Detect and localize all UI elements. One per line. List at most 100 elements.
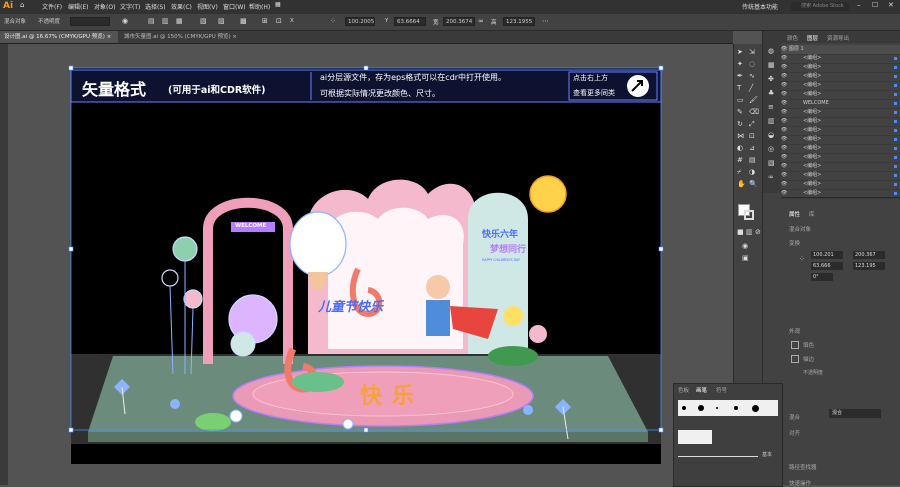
tab-symbols[interactable]: 符号 — [716, 386, 727, 394]
menu-effect[interactable]: 效果(C) — [171, 2, 192, 11]
tab-swatches[interactable]: 色板 — [678, 386, 689, 394]
eye-icon[interactable]: 👁 — [781, 109, 789, 115]
tab-close-icon[interactable]: × — [232, 34, 237, 40]
menu-type[interactable]: 文字(T) — [120, 2, 140, 11]
paintbrush-icon[interactable]: 🖌 — [749, 96, 758, 104]
eye-icon[interactable]: 👁 — [781, 82, 789, 88]
prop-angle-field[interactable]: 0° — [811, 273, 833, 281]
prop-x-field[interactable]: 100.201 — [811, 251, 843, 259]
workspace-switcher-icon[interactable]: ▦ — [275, 1, 281, 8]
tab-libraries[interactable]: 库 — [809, 210, 815, 218]
prop-w-field[interactable]: 200.367 — [853, 251, 885, 259]
menu-select[interactable]: 选择(S) — [145, 2, 166, 11]
selection-indicator[interactable] — [894, 120, 897, 123]
screen-mode-icon[interactable]: ▣ — [742, 254, 749, 262]
eye-icon[interactable]: 👁 — [781, 136, 789, 142]
tab-properties[interactable]: 属性 — [789, 210, 800, 218]
color-mode-icon[interactable]: ■ — [737, 228, 744, 236]
x-field[interactable]: 100.2005 — [345, 17, 375, 26]
perspective-icon[interactable]: ⊿ — [749, 144, 755, 152]
prop-h-field[interactable]: 123.195 — [853, 262, 885, 270]
width-tool-icon[interactable]: ⋈ — [737, 132, 744, 140]
gradient-icon[interactable]: ▤ — [749, 156, 756, 164]
opacity-field[interactable] — [70, 17, 110, 26]
prop-y-field[interactable]: 63.666 — [811, 262, 843, 270]
eye-icon[interactable]: 👁 — [781, 100, 789, 106]
minimize-icon[interactable]: – — [857, 1, 861, 9]
recolor-icon[interactable]: ◉ — [122, 17, 128, 25]
blend-tool-icon[interactable]: ◑ — [749, 168, 755, 176]
selection-indicator[interactable] — [894, 84, 897, 87]
menu-help[interactable]: 帮助(H) — [249, 2, 270, 11]
selection-tool-icon[interactable]: ➤ — [737, 48, 743, 56]
free-transform-icon[interactable]: ⊡ — [749, 132, 755, 140]
tab-close-icon[interactable]: × — [107, 34, 112, 40]
selection-indicator[interactable] — [894, 192, 897, 195]
eye-icon[interactable]: 👁 — [781, 46, 787, 52]
mesh-icon[interactable]: # — [737, 156, 743, 164]
eye-icon[interactable]: 👁 — [781, 163, 789, 169]
tab-asset-export[interactable]: 资源导出 — [827, 34, 849, 42]
rotate-icon[interactable]: ↻ — [737, 120, 743, 128]
eye-icon[interactable]: 👁 — [781, 154, 789, 160]
none-mode-icon[interactable]: ⊘ — [755, 228, 761, 236]
tab-brushes[interactable]: 画笔 — [696, 386, 707, 394]
selection-indicator[interactable] — [894, 156, 897, 159]
close-icon[interactable]: ✕ — [888, 1, 894, 9]
workspace-label[interactable]: 传统基本功能 — [742, 2, 778, 11]
eye-icon[interactable]: 👁 — [781, 73, 789, 79]
pencil-icon[interactable]: ✎ — [737, 108, 743, 116]
selection-indicator[interactable] — [894, 138, 897, 141]
tab-color[interactable]: 颜色 — [787, 34, 798, 42]
zoom-tool-icon[interactable]: 🔍 — [749, 180, 758, 188]
align-to-icon[interactable]: ▩ — [240, 17, 247, 25]
more-options-icon[interactable]: ⋯ — [542, 17, 549, 25]
eye-icon[interactable]: 👁 — [781, 118, 789, 124]
distribute-v-icon[interactable]: ▨ — [218, 17, 225, 25]
brush-dots-row[interactable] — [678, 400, 778, 416]
eye-icon[interactable]: 👁 — [781, 91, 789, 97]
selection-indicator[interactable] — [894, 165, 897, 168]
pen-tool-icon[interactable]: ✒ — [737, 72, 743, 80]
eye-icon[interactable]: 👁 — [781, 64, 789, 70]
home-icon[interactable]: ⌂ — [20, 1, 24, 9]
selection-indicator[interactable] — [894, 111, 897, 114]
maximize-icon[interactable]: ☐ — [872, 1, 878, 9]
eye-icon[interactable]: 👁 — [781, 181, 789, 187]
eye-icon[interactable]: 👁 — [781, 55, 789, 61]
menu-view[interactable]: 视图(V) — [197, 2, 218, 11]
eraser-icon[interactable]: ⌫ — [749, 108, 759, 116]
reference-point-icon[interactable]: ⁘ — [330, 17, 336, 25]
scale-icon[interactable]: ⤢ — [749, 120, 755, 129]
stroke-swatch[interactable] — [744, 210, 754, 220]
stroke-swatch-prop[interactable] — [791, 355, 799, 363]
align-right-icon[interactable]: ▦ — [176, 17, 183, 25]
selection-indicator[interactable] — [894, 147, 897, 150]
selection-indicator[interactable] — [894, 57, 897, 60]
type-tool-icon[interactable]: T — [737, 84, 741, 92]
selection-indicator[interactable] — [894, 183, 897, 186]
tab-city-doc[interactable]: 城市矢量图.ai @ 150% (CMYK/GPU 预览) × — [120, 31, 245, 43]
eye-icon[interactable]: 👁 — [781, 145, 789, 151]
y-field[interactable]: 63.6664 — [394, 17, 426, 26]
selection-indicator[interactable] — [894, 102, 897, 105]
hand-tool-icon[interactable]: ✋ — [737, 180, 746, 188]
selection-indicator[interactable] — [894, 174, 897, 177]
menu-edit[interactable]: 编辑(E) — [68, 2, 88, 11]
eye-icon[interactable]: 👁 — [781, 190, 789, 196]
h-field[interactable]: 123.1955 — [503, 17, 535, 26]
canvas-area[interactable]: 矢量格式 (可用于ai和CDR软件) ai分层源文件，存为eps格式可以在cdr… — [8, 44, 733, 485]
artwork-svg[interactable] — [8, 44, 733, 485]
menu-file[interactable]: 文件(F) — [42, 2, 62, 11]
stock-search-input[interactable]: 搜索 Adobe Stock — [791, 2, 849, 11]
align-left-icon[interactable]: ▤ — [148, 17, 155, 25]
fill-swatch-prop[interactable] — [791, 341, 799, 349]
selection-indicator[interactable] — [894, 129, 897, 132]
constrain-link-icon[interactable]: ∞ — [478, 17, 484, 25]
grid-icon[interactable]: ⊞ — [262, 17, 268, 25]
shape-builder-icon[interactable]: ◐ — [737, 144, 743, 152]
draw-mode-icon[interactable]: ◉ — [742, 242, 748, 250]
magic-wand-icon[interactable]: ✦ — [737, 60, 743, 68]
menu-window[interactable]: 窗口(W) — [223, 2, 246, 11]
distribute-icon[interactable]: ▧ — [200, 17, 207, 25]
